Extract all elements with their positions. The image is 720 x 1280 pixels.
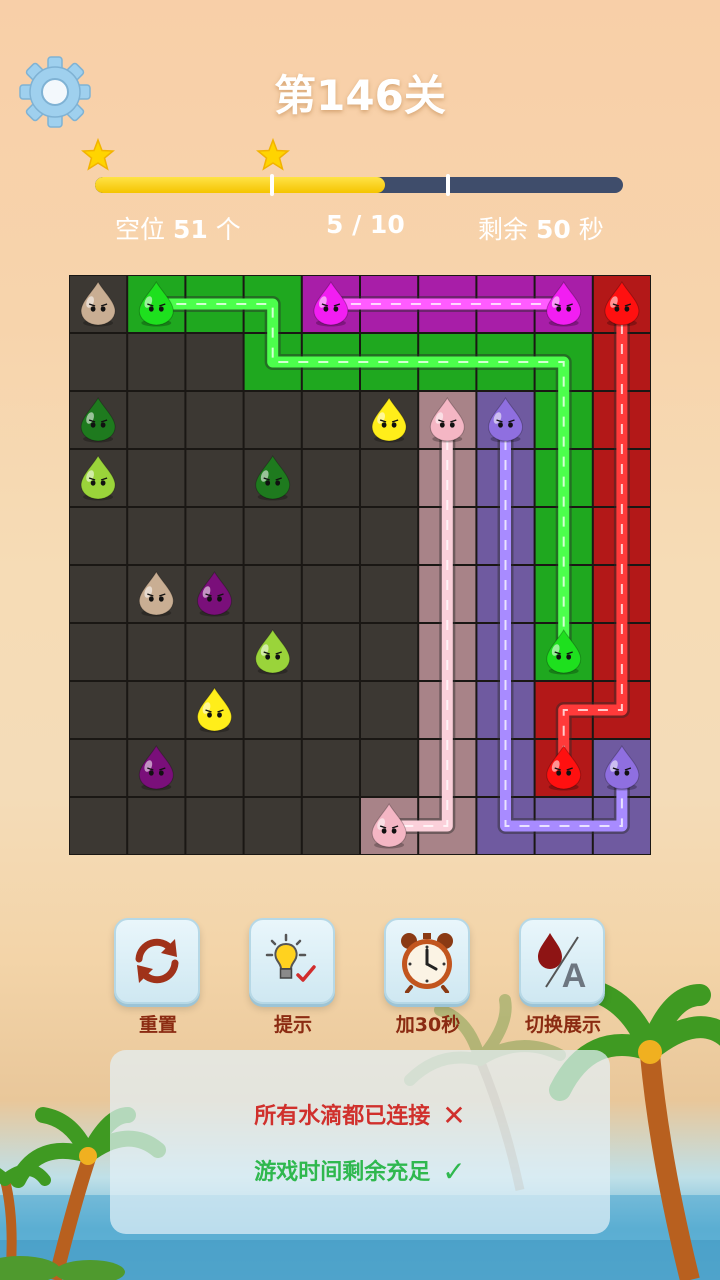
- time-stat: 剩余 50 秒: [478, 210, 604, 246]
- add-time-label: 加30秒: [395, 1014, 461, 1036]
- goal-panel: 所有水滴都已连接 ✕ 游戏时间剩余充足 ✓: [110, 1050, 610, 1234]
- reset-button-face[interactable]: [114, 918, 200, 1004]
- reset-button[interactable]: 重置: [114, 918, 202, 1037]
- time-unit: 秒: [578, 215, 604, 244]
- progress-marker: [446, 174, 450, 196]
- moves-stat: 5 / 10: [326, 210, 405, 239]
- empty-cells-value: 51: [172, 215, 208, 244]
- hint-button[interactable]: 提示: [249, 918, 337, 1037]
- condition-text: 游戏时间剩余充足: [254, 1160, 431, 1185]
- game-board[interactable]: [69, 275, 651, 855]
- time-label: 剩余: [478, 215, 529, 244]
- refresh-icon: [135, 938, 179, 984]
- hint-button-face[interactable]: [249, 918, 335, 1004]
- moves-value: 5 / 10: [326, 210, 405, 239]
- add-time-button-face[interactable]: [384, 918, 470, 1004]
- toggle-display-button-face[interactable]: A: [519, 918, 605, 1004]
- lightbulb-icon: [265, 933, 316, 982]
- cross-icon: ✕: [442, 1099, 466, 1132]
- condition-all-connected: 所有水滴都已连接 ✕: [110, 1098, 610, 1132]
- action-bar: 重置 提示 加30秒 A 切换展示: [0, 918, 720, 1038]
- drop-letter-icon: A: [538, 933, 587, 993]
- empty-cells-unit: 个: [215, 215, 241, 244]
- toggle-display-button[interactable]: A 切换展示: [519, 918, 607, 1037]
- progress-marker: [270, 174, 274, 196]
- condition-text: 所有水滴都已连接: [254, 1104, 431, 1129]
- level-title: 第146关: [274, 71, 446, 120]
- condition-time-enough: 游戏时间剩余充足 ✓: [110, 1154, 610, 1188]
- svg-text:A: A: [562, 957, 587, 993]
- progress-bar: [95, 177, 623, 193]
- alarm-clock-icon: [401, 933, 453, 993]
- reset-label: 重置: [138, 1014, 177, 1036]
- star-icon: [81, 138, 115, 171]
- progress-fill: [95, 177, 386, 193]
- empty-cells-stat: 空位 51 个: [115, 210, 241, 246]
- time-value: 50: [535, 215, 571, 244]
- check-icon: ✓: [442, 1155, 466, 1188]
- empty-cells-label: 空位: [115, 215, 166, 244]
- star-icon: [256, 138, 290, 171]
- toggle-display-label: 切换展示: [524, 1014, 601, 1036]
- hint-label: 提示: [273, 1014, 312, 1036]
- add-time-button[interactable]: 加30秒: [384, 918, 472, 1037]
